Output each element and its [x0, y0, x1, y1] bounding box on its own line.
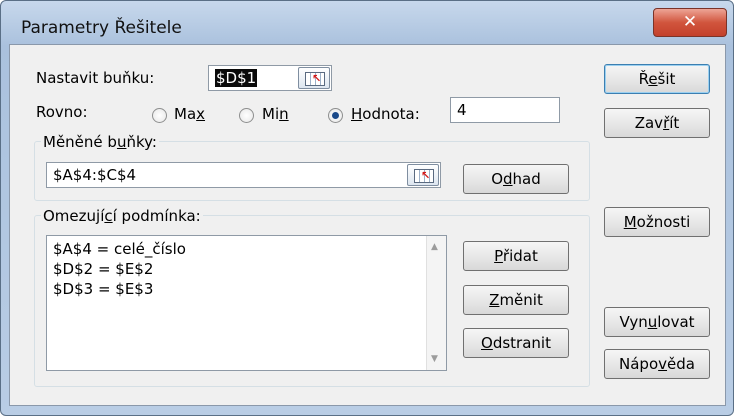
solver-dialog-window: Parametry Řešitele ✕ Nastavit buňku: $D$… — [0, 0, 734, 416]
list-item[interactable]: $D$3 = $E$3 — [53, 280, 153, 298]
radio-min-label: Min — [262, 105, 289, 123]
changing-cells-input[interactable]: $A$4:$C$4 — [46, 162, 441, 188]
target-cell-value: $D$1 — [215, 69, 258, 87]
guess-button[interactable]: Odhad — [463, 164, 569, 194]
changing-ref-button[interactable]: ↖ — [407, 164, 439, 186]
solve-button[interactable]: Řešit — [604, 64, 710, 94]
radio-min[interactable] — [239, 108, 254, 123]
help-button[interactable]: Nápověda — [604, 349, 710, 379]
target-ref-button[interactable]: ↖ — [298, 67, 330, 89]
equal-to-label: Rovno: — [36, 103, 88, 121]
target-cell-label: Nastavit buňku: — [36, 69, 155, 87]
add-constraint-button[interactable]: Přidat — [463, 241, 569, 271]
close-button[interactable]: Zavřít — [604, 108, 710, 138]
close-icon: ✕ — [682, 12, 698, 32]
list-item[interactable]: $A$4 = celé_číslo — [53, 240, 186, 258]
options-button[interactable]: Možnosti — [604, 207, 710, 237]
reset-all-button[interactable]: Vynulovat — [604, 307, 710, 337]
radio-max-label: Max — [174, 105, 206, 123]
value-input[interactable]: 4 — [450, 97, 560, 123]
constraints-label: Omezující podmínka: — [41, 207, 203, 225]
radio-value[interactable] — [328, 108, 343, 123]
scroll-down-arrow-icon[interactable]: ▼ — [431, 354, 438, 364]
change-constraint-button[interactable]: Změnit — [463, 285, 569, 315]
window-title: Parametry Řešitele — [21, 18, 182, 38]
changing-cells-label: Měněné buňky: — [41, 133, 159, 151]
constraints-scrollbar[interactable]: ▲ ▼ — [426, 236, 446, 370]
list-item[interactable]: $D$2 = $E$2 — [53, 260, 153, 278]
dialog-body: Nastavit buňku: $D$1 ↖ Rovno: Max Min Ho… — [9, 44, 726, 406]
close-window-button[interactable]: ✕ — [653, 8, 727, 37]
constraints-list[interactable]: $A$4 = celé_číslo $D$2 = $E$2 $D$3 = $E$… — [46, 235, 447, 371]
delete-constraint-button[interactable]: Odstranit — [463, 328, 569, 358]
radio-value-label: Hodnota: — [351, 105, 420, 123]
scroll-up-arrow-icon[interactable]: ▲ — [431, 242, 438, 252]
radio-max[interactable] — [152, 108, 167, 123]
